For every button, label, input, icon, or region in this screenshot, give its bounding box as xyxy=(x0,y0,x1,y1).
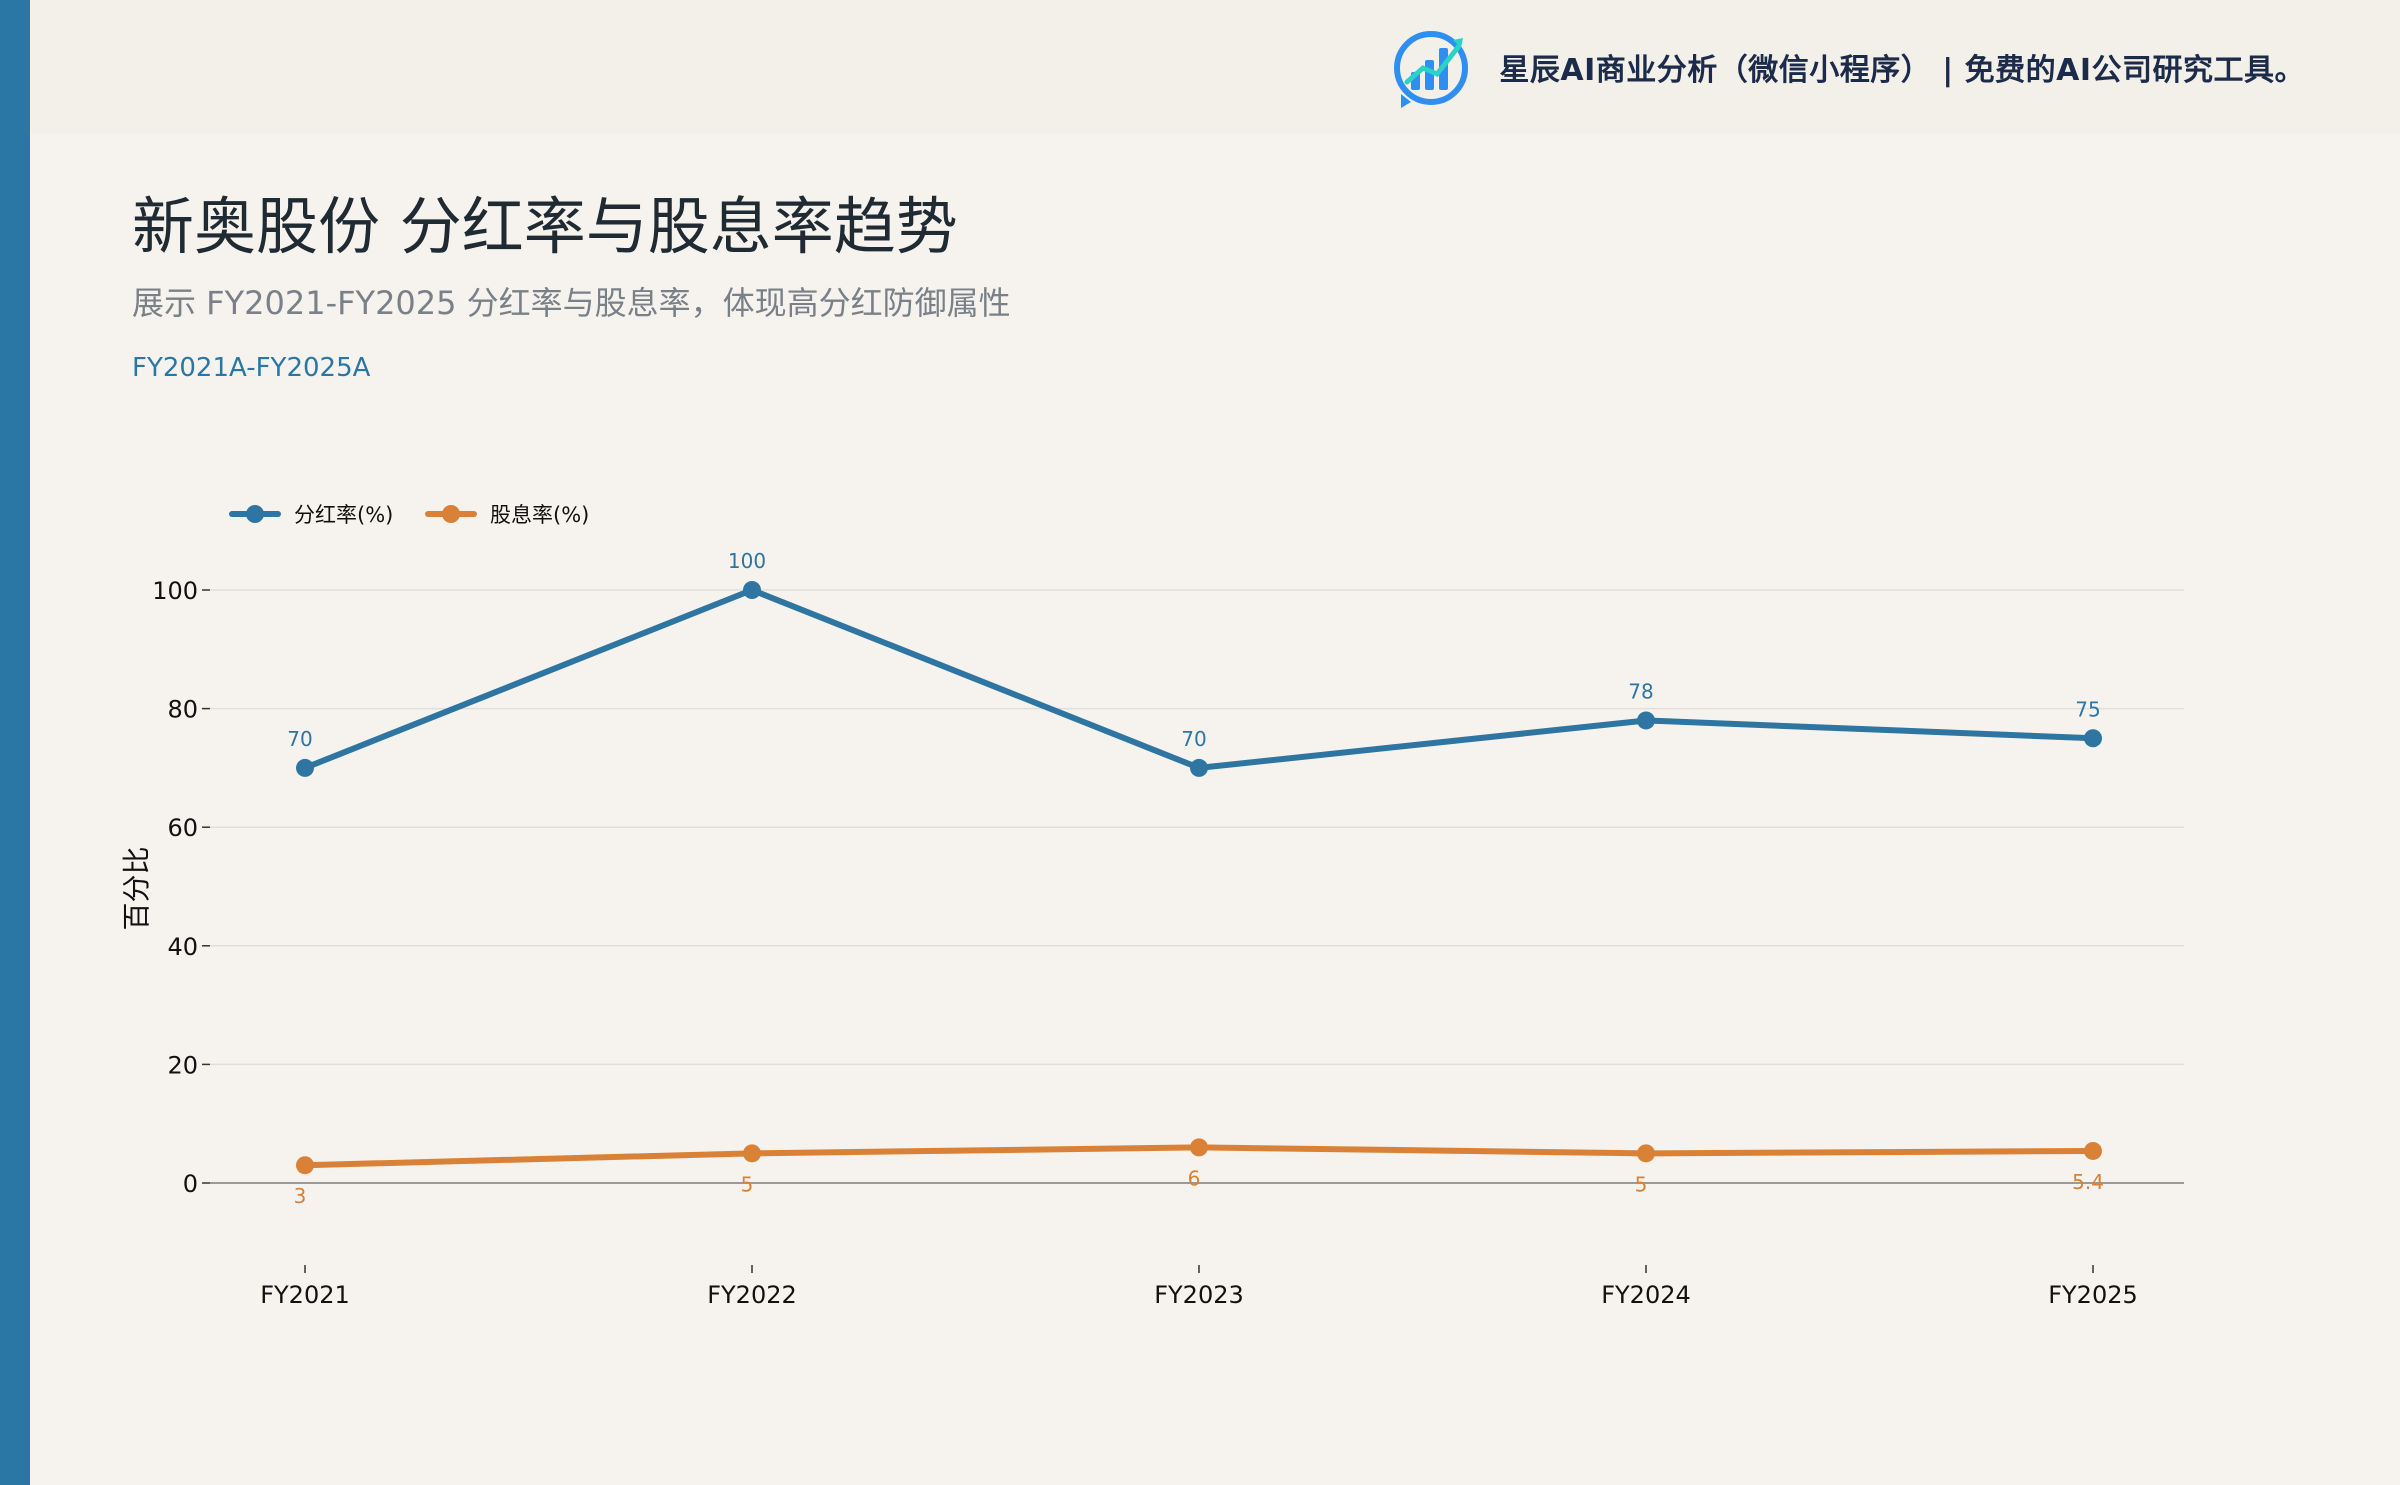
data-point xyxy=(1637,1144,1655,1163)
data-label: 70 xyxy=(287,727,312,751)
x-tick-label: FY2024 xyxy=(1601,1281,1691,1309)
x-tick-label: FY2022 xyxy=(707,1281,797,1309)
data-point xyxy=(743,581,761,599)
legend-label: 股息率(%) xyxy=(490,503,589,527)
data-label: 78 xyxy=(1628,679,1653,703)
data-label: 70 xyxy=(1181,727,1206,751)
x-tick-label: FY2021 xyxy=(260,1281,350,1309)
legend-swatch-marker xyxy=(246,505,264,523)
line-chart: 0 20 40 60 80 100 FY2021 FY2022 FY2023 FY2024 FY20… xyxy=(120,503,2184,1309)
legend-label: 分红率(%) xyxy=(294,503,393,527)
data-point xyxy=(1190,1138,1208,1157)
data-point xyxy=(296,758,314,777)
data-point xyxy=(2084,729,2102,748)
x-tick-label: FY2025 xyxy=(2048,1281,2138,1309)
data-point xyxy=(2084,1141,2102,1160)
data-label: 100 xyxy=(728,549,766,573)
legend-swatch-marker xyxy=(442,505,460,523)
y-tick-label: 100 xyxy=(152,577,198,605)
y-tick-label: 80 xyxy=(167,696,198,724)
data-point xyxy=(1637,711,1655,730)
y-tick-label: 60 xyxy=(167,814,198,842)
y-tick-label: 20 xyxy=(167,1051,198,1079)
y-axis-label: 百分比 xyxy=(120,846,153,930)
data-point xyxy=(743,1144,761,1163)
y-tick-label: 40 xyxy=(167,933,198,961)
x-tick-label: FY2023 xyxy=(1154,1281,1244,1309)
data-label: 5.4 xyxy=(2072,1170,2104,1194)
data-label: 75 xyxy=(2075,697,2100,721)
y-tick-label: 0 xyxy=(183,1170,198,1198)
data-label: 3 xyxy=(294,1184,307,1208)
data-point xyxy=(1190,758,1208,777)
data-label: 5 xyxy=(741,1172,754,1196)
data-label: 5 xyxy=(1635,1172,1648,1196)
data-label: 6 xyxy=(1188,1166,1201,1190)
data-point xyxy=(296,1156,314,1175)
